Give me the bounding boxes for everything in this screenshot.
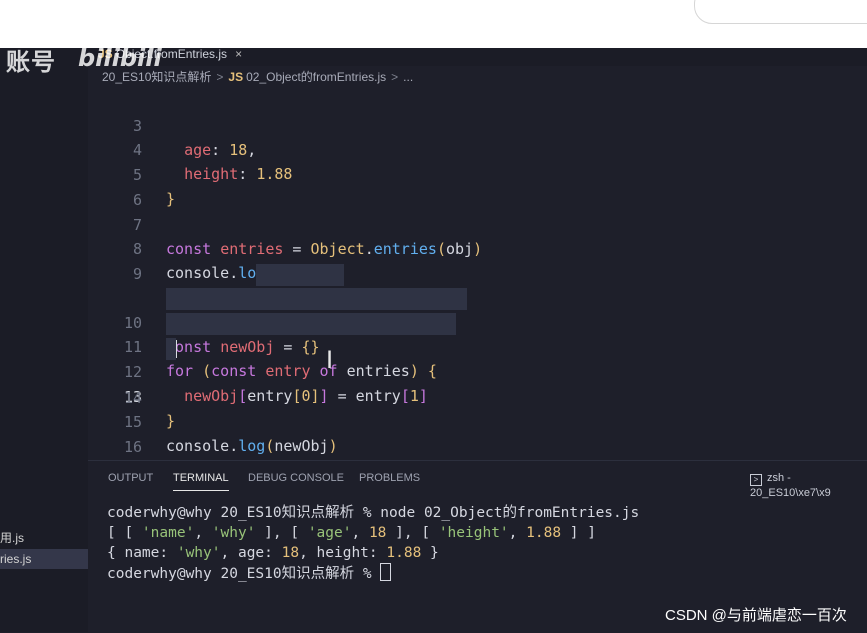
breadcrumb-folder[interactable]: 20_ES10知识点解析	[102, 70, 211, 84]
sidebar-file-item-active[interactable]: ries.js	[0, 549, 88, 569]
chevron-right-icon: >	[216, 70, 224, 84]
text-cursor-icon: I	[326, 346, 334, 374]
code-line: 14	[88, 362, 867, 407]
selection-highlight	[166, 313, 456, 335]
code-line: 4 height: 1.88	[88, 114, 867, 183]
selection-highlight	[256, 264, 344, 286]
text-cursor	[176, 340, 177, 358]
explorer-sidebar: 用.js ries.js	[0, 48, 88, 632]
code-line: 9	[88, 238, 867, 283]
editor-tab-bar: JS Object.fromEntries.js ×	[88, 48, 867, 66]
terminal-icon: >	[750, 474, 762, 486]
terminal-label: zsh - 20_ES10\xe7\x9	[750, 472, 831, 499]
terminal-line: [ [ 'name', 'why' ], [ 'age', 18 ], [ 'h…	[107, 525, 596, 541]
tab-problems[interactable]: PROBLEMS	[359, 471, 420, 485]
terminal-selector[interactable]: > zsh - 20_ES10\xe7\x9	[750, 471, 867, 500]
code-line: 8 console.log(entries)	[88, 213, 867, 282]
tab-debug-console[interactable]: DEBUG CONSOLE	[248, 471, 344, 485]
breadcrumb-file[interactable]: 02_Object的fromEntries.js	[246, 70, 386, 84]
selection-highlight	[166, 288, 467, 310]
terminal-line[interactable]: coderwhy@why 20_ES10知识点解析 %	[107, 563, 392, 584]
tab-output[interactable]: OUTPUT	[108, 471, 153, 485]
bilibili-logo: bilibili	[78, 44, 162, 72]
watermark-text: 账号	[6, 48, 56, 76]
sidebar-file-label: 用.js	[0, 531, 25, 545]
terminal-cursor	[380, 563, 392, 581]
code-line: 11 for (const entry of entries) {	[88, 287, 867, 380]
code-line: 15 console.log(newObj)	[88, 386, 867, 455]
terminal-line: coderwhy@why 20_ES10知识点解析 % node 02_Obje…	[107, 505, 640, 521]
code-line: 5 }	[88, 139, 867, 208]
chevron-right-icon: >	[391, 70, 399, 84]
code-line: 12 newObj[entry[0]] = entry[1]	[88, 312, 867, 405]
tab-terminal[interactable]: TERMINAL	[173, 471, 229, 491]
code-line: 3 age: 18,	[88, 90, 867, 159]
breadcrumb: 20_ES10知识点解析 > JS 02_Object的fromEntries.js >…	[88, 66, 867, 88]
selection-highlight	[166, 338, 176, 360]
close-icon[interactable]: ×	[235, 47, 242, 61]
code-line: 17	[88, 436, 867, 460]
code-line: 13 }	[88, 337, 867, 430]
code-line: 16	[88, 411, 867, 456]
credit-watermark: CSDN @与前端虐恋一百次	[665, 607, 847, 624]
js-file-icon: JS	[228, 70, 244, 84]
sidebar-file-label: ries.js	[0, 552, 32, 566]
browser-top-bar	[0, 0, 867, 48]
code-line: 10 const newObj = {}	[88, 263, 867, 356]
code-line: 6	[88, 164, 867, 209]
breadcrumb-symbol[interactable]: ...	[403, 70, 413, 84]
browser-search-field[interactable]	[694, 0, 867, 24]
code-line: 7 const entries = Object.entries(obj)	[88, 189, 867, 258]
terminal-line: { name: 'why', age: 18, height: 1.88 }	[107, 545, 439, 561]
code-editor[interactable]: 3 age: 18, 4 height: 1.88 5 } 6 7 const …	[88, 88, 867, 460]
sidebar-file-item[interactable]: 用.js	[0, 528, 88, 548]
